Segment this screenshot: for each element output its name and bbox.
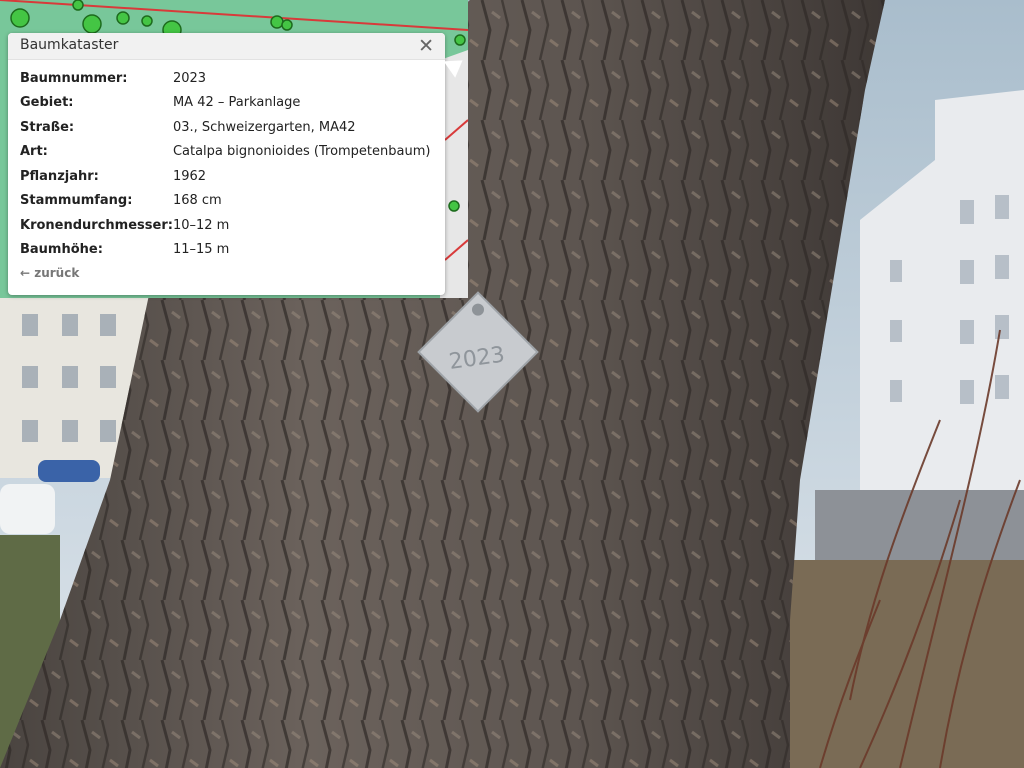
attribute-label: Pflanzjahr:	[20, 168, 99, 184]
attribute-label: Straße:	[20, 119, 75, 135]
attribute-value: 03., Schweizergarten, MA42	[172, 119, 356, 135]
attribute-value: 1962	[172, 168, 207, 184]
attribute-label: Stammumfang:	[20, 193, 133, 209]
tree-info-popup: Baumkataster ✕ Baumnummer: 2023 Gebiet: …	[8, 33, 469, 295]
attribute-value: 10–12 m	[172, 217, 230, 233]
table-row: Straße: 03., Schweizergarten, MA42	[20, 115, 430, 140]
tree-attributes-table: Baumnummer: 2023 Gebiet: MA 42 – Parkanl…	[20, 66, 430, 262]
table-row: Gebiet: MA 42 – Parkanlage	[20, 91, 430, 116]
table-row: Art: Catalpa bignonioides (Trompetenbaum…	[20, 140, 430, 165]
table-row: Baumnummer: 2023	[20, 66, 430, 91]
attribute-label: Baumhöhe:	[20, 242, 103, 258]
attribute-value: 11–15 m	[172, 242, 230, 258]
close-icon[interactable]: ✕	[418, 34, 434, 58]
attribute-value: Catalpa bignonioides (Trompetenbaum)	[172, 144, 431, 160]
table-row: Stammumfang: 168 cm	[20, 189, 430, 214]
attribute-value: MA 42 – Parkanlage	[172, 95, 301, 111]
popup-header: Baumkataster ✕	[8, 33, 445, 60]
back-link[interactable]: ← zurück	[20, 266, 79, 280]
attribute-label: Baumnummer:	[20, 70, 128, 86]
table-row: Kronendurchmesser: 10–12 m	[20, 213, 430, 238]
table-row: Pflanzjahr: 1962	[20, 164, 430, 189]
attribute-value: 2023	[172, 70, 207, 86]
attribute-label: Art:	[20, 144, 48, 160]
attribute-label: Kronendurchmesser:	[20, 217, 173, 233]
popup-title: Baumkataster	[20, 37, 119, 53]
attribute-value: 168 cm	[172, 193, 222, 209]
attribute-label: Gebiet:	[20, 95, 74, 111]
table-row: Baumhöhe: 11–15 m	[20, 238, 430, 263]
